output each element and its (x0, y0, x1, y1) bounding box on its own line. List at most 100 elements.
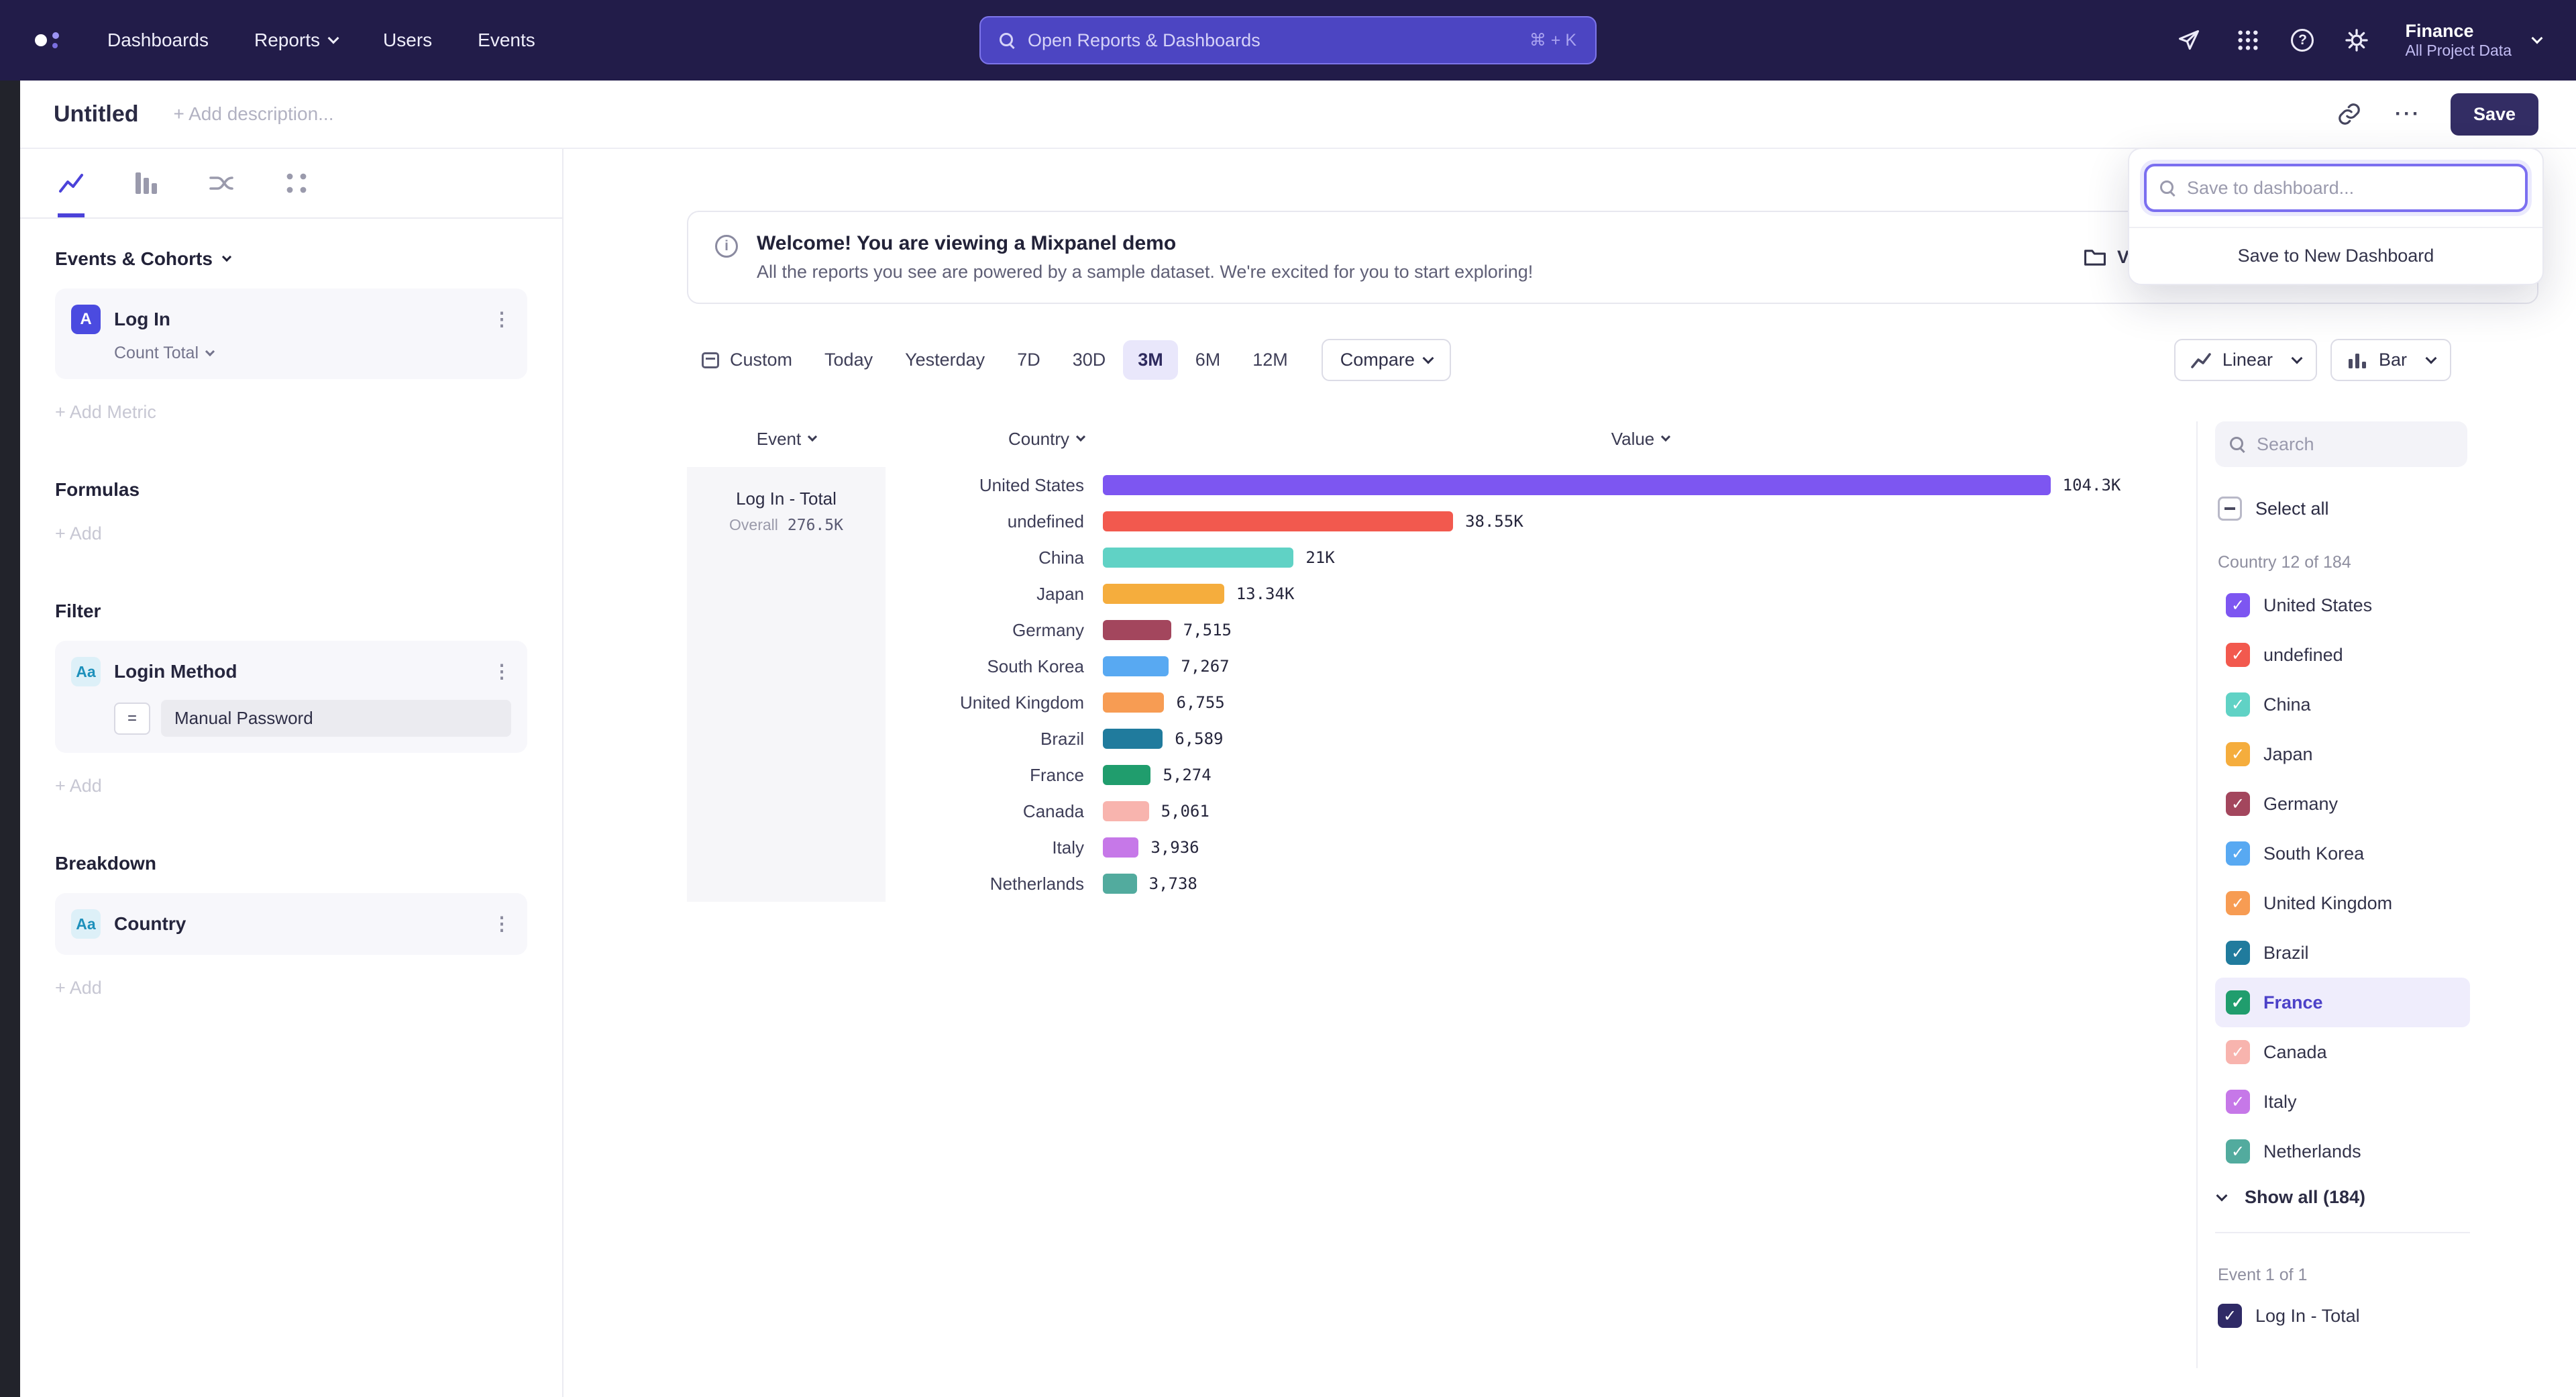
compare-button[interactable]: Compare (1322, 339, 1451, 381)
date-option-yesterday[interactable]: Yesterday (890, 340, 1000, 380)
settings-gear-icon[interactable] (2341, 24, 2373, 56)
checkbox-checked-icon[interactable] (2226, 1090, 2250, 1114)
legend-item-italy[interactable]: Italy (2215, 1077, 2470, 1127)
legend-item-undefined[interactable]: undefined (2215, 630, 2470, 680)
metric-name[interactable]: Log In (114, 309, 170, 330)
checkbox-checked-icon[interactable] (2226, 841, 2250, 866)
bar[interactable] (1103, 837, 1138, 858)
column-header-country[interactable]: Country (907, 429, 1103, 450)
column-header-event[interactable]: Event (687, 421, 885, 456)
bar[interactable] (1103, 656, 1169, 676)
legend-item-united-states[interactable]: United States (2215, 580, 2470, 630)
column-header-value[interactable]: Value (1103, 429, 2178, 450)
filter-property-name[interactable]: Login Method (114, 661, 237, 682)
bar[interactable] (1103, 584, 1224, 604)
view-dashboards-button[interactable]: V (2084, 247, 2129, 268)
nav-item-reports[interactable]: Reports (254, 30, 337, 51)
apps-grid-icon[interactable] (2232, 24, 2264, 56)
global-search-button[interactable]: Open Reports & Dashboards ⌘ + K (979, 16, 1597, 64)
checkbox-checked-icon[interactable] (2226, 593, 2250, 617)
tab-funnel-chart-icon[interactable] (133, 149, 160, 217)
bar[interactable] (1103, 874, 1137, 894)
tab-flows-chart-icon[interactable] (208, 149, 235, 217)
bar[interactable] (1103, 475, 2051, 495)
line-mode-button[interactable]: Linear (2174, 339, 2317, 381)
kebab-menu-icon[interactable] (492, 310, 511, 329)
checkbox-checked-icon[interactable] (2226, 891, 2250, 915)
help-icon[interactable] (2291, 29, 2314, 52)
checkbox-checked-icon[interactable] (2226, 1040, 2250, 1064)
legend-item-japan[interactable]: Japan (2215, 729, 2470, 779)
copy-link-icon[interactable] (2333, 98, 2365, 130)
checkbox-checked-icon[interactable] (2226, 692, 2250, 717)
add-filter-button[interactable]: + Add (55, 776, 527, 796)
legend-item-germany[interactable]: Germany (2215, 779, 2470, 829)
legend-item-china[interactable]: China (2215, 680, 2470, 729)
select-all-row[interactable]: Select all (2215, 497, 2538, 521)
kebab-menu-icon[interactable] (492, 915, 511, 933)
kebab-menu-icon[interactable] (492, 662, 511, 681)
checkbox-checked-icon[interactable] (2226, 990, 2250, 1015)
bar[interactable] (1103, 801, 1149, 821)
bar[interactable] (1103, 692, 1164, 713)
tab-insights-chart-icon[interactable] (58, 149, 85, 217)
legend-item-south-korea[interactable]: South Korea (2215, 829, 2470, 878)
date-option-6m[interactable]: 6M (1181, 340, 1236, 380)
legend-item-france[interactable]: France (2215, 978, 2470, 1027)
bar[interactable] (1103, 765, 1150, 785)
legend-item-netherlands[interactable]: Netherlands (2215, 1127, 2470, 1176)
checkbox-checked-icon[interactable] (2226, 792, 2250, 816)
date-option-today[interactable]: Today (810, 340, 888, 380)
aggregation-selector[interactable]: Count Total (114, 344, 511, 363)
checkbox-indeterminate-icon[interactable] (2218, 497, 2242, 521)
checkbox-checked-icon[interactable] (2226, 1139, 2250, 1163)
bar[interactable] (1103, 511, 1453, 531)
add-description-field[interactable]: + Add description... (174, 103, 334, 125)
feedback-send-icon[interactable] (2173, 24, 2205, 56)
date-option-3m[interactable]: 3M (1123, 340, 1178, 380)
mixpanel-logo[interactable] (35, 32, 59, 48)
breakdown-property-name[interactable]: Country (114, 913, 186, 935)
save-button[interactable]: Save (2451, 93, 2538, 136)
show-all-button[interactable]: Show all (184) (2215, 1187, 2538, 1208)
legend-event-item[interactable]: Log In - Total (2215, 1304, 2538, 1328)
breakdown-legend-panel: Select all Country 12 of 184 United Stat… (2196, 421, 2538, 1368)
events-cohorts-header[interactable]: Events & Cohorts (55, 248, 527, 270)
bar-value-label: 6,589 (1175, 729, 1223, 748)
chart-mode-button[interactable]: Bar (2330, 339, 2451, 381)
filter-value-field[interactable]: Manual Password (161, 700, 511, 737)
date-option-12m[interactable]: 12M (1238, 340, 1303, 380)
more-options-icon[interactable] (2395, 103, 2421, 125)
report-main: Welcome! You are viewing a Mixpanel demo… (565, 149, 2576, 1397)
legend-event-checkbox[interactable] (2218, 1304, 2242, 1328)
add-formula-button[interactable]: + Add (55, 523, 527, 544)
save-dashboard-search-input[interactable] (2187, 178, 2512, 199)
date-option-30d[interactable]: 30D (1058, 340, 1121, 380)
project-selector[interactable]: Finance All Project Data (2405, 20, 2541, 60)
bar[interactable] (1103, 729, 1163, 749)
event-cell[interactable]: Log In - Total Overall 276.5K (687, 467, 885, 902)
add-breakdown-button[interactable]: + Add (55, 978, 527, 998)
tab-retention-chart-icon[interactable] (283, 149, 310, 217)
filter-operator[interactable]: = (114, 703, 150, 735)
add-metric-button[interactable]: + Add Metric (55, 402, 527, 423)
nav-item-dashboards[interactable]: Dashboards (107, 30, 209, 51)
nav-item-users[interactable]: Users (383, 30, 432, 51)
report-title[interactable]: Untitled (54, 101, 139, 127)
nav-item-events[interactable]: Events (478, 30, 535, 51)
save-to-new-dashboard-item[interactable]: Save to New Dashboard (2129, 227, 2542, 284)
aggregation-label: Count Total (114, 344, 199, 363)
bar[interactable] (1103, 620, 1171, 640)
save-dashboard-search-box[interactable] (2144, 164, 2528, 212)
date-option-custom[interactable]: Custom (687, 340, 807, 380)
bar[interactable] (1103, 548, 1293, 568)
legend-item-brazil[interactable]: Brazil (2215, 928, 2470, 978)
checkbox-checked-icon[interactable] (2226, 643, 2250, 667)
legend-search-input[interactable] (2257, 434, 2453, 455)
legend-item-united-kingdom[interactable]: United Kingdom (2215, 878, 2470, 928)
legend-item-canada[interactable]: Canada (2215, 1027, 2470, 1077)
checkbox-checked-icon[interactable] (2226, 941, 2250, 965)
date-option-7d[interactable]: 7D (1002, 340, 1055, 380)
legend-search-box[interactable] (2215, 421, 2467, 467)
checkbox-checked-icon[interactable] (2226, 742, 2250, 766)
